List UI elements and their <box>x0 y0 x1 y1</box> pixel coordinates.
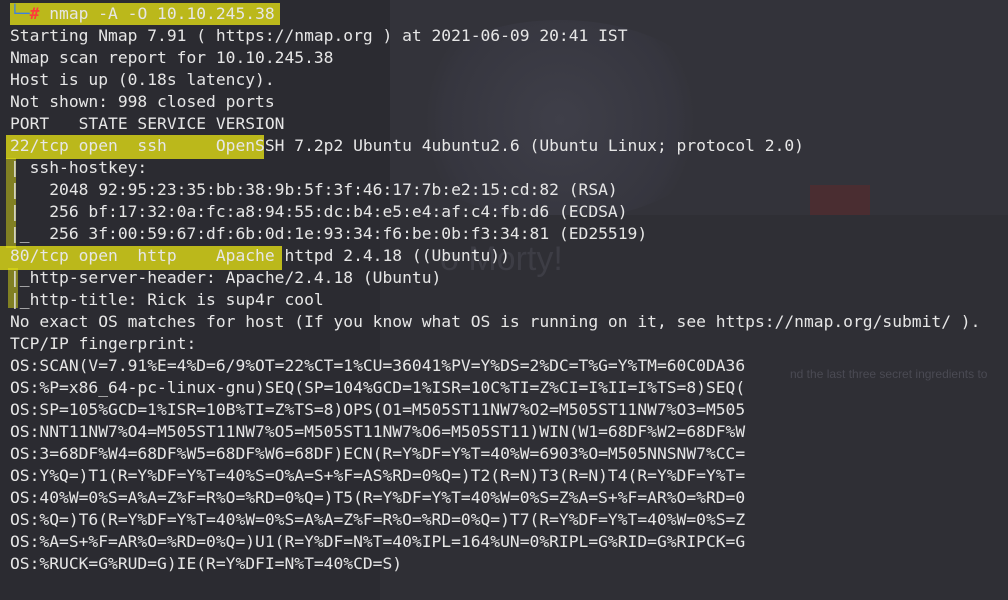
fingerprint-line: OS:%A=S+%F=AR%O=%RD=0%Q=)U1(R=Y%DF=N%T=4… <box>10 532 746 551</box>
terminal-output: └─# nmap -A -O 10.10.245.38 Starting Nma… <box>10 3 1008 575</box>
fingerprint-line: OS:%RUCK=G%RUD=G)IE(R=Y%DFI=N%T=40%CD=S) <box>10 554 403 573</box>
ssh-key-line: | 256 bf:17:32:0a:fc:a8:94:55:dc:b4:e5:e… <box>10 202 628 221</box>
os-no-match: No exact OS matches for host (If you kno… <box>10 312 981 331</box>
fingerprint-line: OS:%Q=)T6(R=Y%DF=Y%T=40%W=0%S=A%A=Z%F=R%… <box>10 510 746 529</box>
fingerprint-line: OS:SP=105%GCD=1%ISR=10B%TI=Z%TS=8)OPS(O1… <box>10 400 746 419</box>
fingerprint-line: OS:Y%Q=)T1(R=Y%DF=Y%T=40%S=O%A=S+%F=AS%R… <box>10 466 746 485</box>
port-table-header: PORT STATE SERVICE VERSION <box>10 114 285 133</box>
fingerprint-line: OS:40%W=0%S=A%A=Z%F=R%O=%RD=0%Q=)T5(R=Y%… <box>10 488 746 507</box>
prompt-bracket: └─ <box>10 4 30 23</box>
prompt-symbol: # <box>29 4 40 23</box>
fingerprint-line: OS:NNT11NW7%O4=M505ST11NW7%O5=M505ST11NW… <box>10 422 746 441</box>
http-port-line: 80/tcp open http Apache httpd 2.4.18 ((U… <box>10 246 510 265</box>
http-title: |_http-title: Rick is sup4r cool <box>10 290 324 309</box>
ssh-hostkey-label: | ssh-hostkey: <box>10 158 148 177</box>
output-line: Nmap scan report for 10.10.245.38 <box>10 48 334 67</box>
fingerprint-line: OS:SCAN(V=7.91%E=4%D=6/9%OT=22%CT=1%CU=3… <box>10 356 746 375</box>
output-line: Host is up (0.18s latency). <box>10 70 275 89</box>
fingerprint-line: OS:%P=x86_64-pc-linux-gnu)SEQ(SP=104%GCD… <box>10 378 746 397</box>
fingerprint-label: TCP/IP fingerprint: <box>10 334 197 353</box>
output-line: Starting Nmap 7.91 ( https://nmap.org ) … <box>10 26 628 45</box>
output-line: Not shown: 998 closed ports <box>10 92 275 111</box>
command-line: └─# nmap -A -O 10.10.245.38 <box>10 3 1008 25</box>
ssh-key-line: | 2048 92:95:23:35:bb:38:9b:5f:3f:46:17:… <box>10 180 618 199</box>
command-text: nmap -A -O 10.10.245.38 <box>39 4 275 23</box>
ssh-key-line: |_ 256 3f:00:59:67:df:6b:0d:1e:93:34:f6:… <box>10 224 648 243</box>
http-server-header: |_http-server-header: Apache/2.4.18 (Ubu… <box>10 268 442 287</box>
fingerprint-line: OS:3=68DF%W4=68DF%W5=68DF%W6=68DF)ECN(R=… <box>10 444 746 463</box>
ssh-port-line: 22/tcp open ssh OpenSSH 7.2p2 Ubuntu 4ub… <box>10 136 804 155</box>
